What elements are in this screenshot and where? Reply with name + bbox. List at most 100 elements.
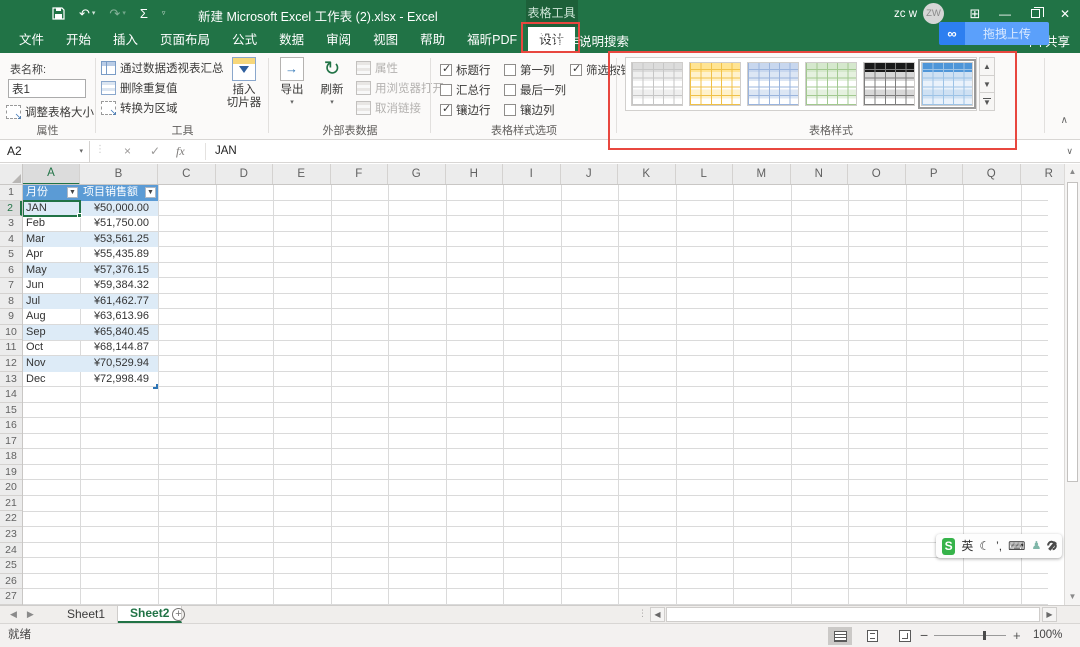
column-header-N[interactable]: N [791,164,849,185]
column-header-A[interactable]: A [23,164,80,185]
row-header-4[interactable]: 4 [0,232,22,248]
row-header-16[interactable]: 16 [0,418,22,434]
cell-amount[interactable]: ¥65,840.45 [80,325,158,341]
column-header-D[interactable]: D [216,164,274,185]
zoom-in-button[interactable]: + [1013,624,1021,647]
checkbox-banded-rows[interactable]: 镶边行 [440,102,491,118]
name-box[interactable]: A2▾ [0,141,90,162]
cell-month[interactable]: Jun [23,278,80,294]
cell-amount[interactable]: ¥59,384.32 [80,278,158,294]
cell-month[interactable]: Jul [23,294,80,310]
table-header-cell[interactable]: 月份▼ [23,185,80,201]
checkbox-first-column[interactable]: 第一列 [504,62,555,78]
cell-amount[interactable]: ¥70,529.94 [80,356,158,372]
tell-me-search[interactable]: 操作说明搜索 [535,27,629,53]
vertical-scrollbar[interactable]: ▲ ▼ [1064,164,1080,605]
row-header-5[interactable]: 5 [0,247,22,263]
cell-amount[interactable]: ¥61,462.77 [80,294,158,310]
checkbox-filter-button[interactable]: 筛选按钮 [570,62,632,78]
customize-qat-button[interactable]: ▿ [162,10,166,17]
column-header-R[interactable]: R [1021,164,1065,185]
filter-dropdown-button[interactable]: ▼ [67,187,78,198]
wrench-icon[interactable] [1047,541,1056,552]
next-sheet-icon[interactable]: ▶ [27,609,34,620]
column-header-H[interactable]: H [446,164,504,185]
gallery-scroll-down-button[interactable]: ▼ [979,76,995,94]
remove-duplicates-button[interactable]: 删除重复值 [101,80,178,96]
cell-month[interactable]: JAN [23,201,80,217]
cell-month[interactable]: Mar [23,232,80,248]
column-header-M[interactable]: M [733,164,791,185]
cell-amount[interactable]: ¥51,750.00 [80,216,158,232]
row-header-2[interactable]: 2 [0,201,22,217]
insert-slicer-button[interactable]: 插入 切片器 [222,57,266,119]
column-header-K[interactable]: K [618,164,676,185]
table-style-light-green[interactable] [805,62,857,106]
user-name[interactable]: zc w [894,8,917,20]
row-header-14[interactable]: 14 [0,387,22,403]
collapse-ribbon-button[interactable]: ∧ [1061,115,1068,126]
formula-bar-grip[interactable]: ⋮ [95,144,104,155]
expand-formula-bar-icon[interactable]: ∨ [1066,141,1073,162]
cell-amount[interactable]: ¥57,376.15 [80,263,158,279]
tab-data[interactable]: 数据 [268,27,315,53]
resize-table-button[interactable]: 调整表格大小 [6,104,94,120]
cancel-entry-button[interactable]: × [124,141,131,162]
insert-function-button[interactable]: fx [176,141,185,162]
cell-month[interactable]: Feb [23,216,80,232]
column-header-J[interactable]: J [561,164,619,185]
column-header-C[interactable]: C [158,164,216,185]
tab-foxit-pdf[interactable]: 福昕PDF [456,27,528,53]
page-break-view-button[interactable] [893,627,917,645]
tab-help[interactable]: 帮助 [409,27,456,53]
table-style-medium-blue[interactable] [921,62,973,106]
column-header-B[interactable]: B [80,164,158,185]
table-name-input[interactable] [8,79,86,98]
sogou-logo-icon[interactable]: S [942,538,955,555]
row-header-18[interactable]: 18 [0,449,22,465]
horizontal-scrollbar[interactable] [666,607,1040,622]
row-header-1[interactable]: 1 [0,185,22,201]
table-style-light-blue[interactable] [747,62,799,106]
export-button[interactable]: 导出 ▾ [274,57,310,119]
page-layout-view-button[interactable] [860,627,884,645]
formula-value[interactable]: JAN [215,141,237,162]
ime-person-icon[interactable]: ♟ [1031,541,1041,552]
keyboard-icon[interactable]: ⌨ [1008,540,1025,552]
confirm-entry-button[interactable]: ✓ [150,141,160,162]
row-header-26[interactable]: 26 [0,574,22,590]
checkbox-last-column[interactable]: 最后一列 [504,82,566,98]
row-header-17[interactable]: 17 [0,434,22,450]
undo-button[interactable]: ↶▾ [79,7,95,20]
zoom-level[interactable]: 100% [1033,624,1062,647]
close-button[interactable]: ✕ [1050,0,1080,27]
prev-sheet-icon[interactable]: ◀ [10,609,17,620]
moon-icon[interactable]: ☾ [979,540,990,552]
row-header-21[interactable]: 21 [0,496,22,512]
row-header-19[interactable]: 19 [0,465,22,481]
tab-file[interactable]: 文件 [8,27,55,53]
checkbox-header-row[interactable]: 标题行 [440,62,491,78]
row-header-23[interactable]: 23 [0,527,22,543]
scroll-down-icon[interactable]: ▼ [1065,589,1080,605]
tab-review[interactable]: 审阅 [315,27,362,53]
cell-amount[interactable]: ¥55,435.89 [80,247,158,263]
column-header-O[interactable]: O [848,164,906,185]
avatar[interactable]: ZW [923,3,944,24]
vertical-scroll-thumb[interactable] [1067,182,1078,482]
row-header-12[interactable]: 12 [0,356,22,372]
undo-dropdown-icon[interactable]: ▾ [92,10,96,17]
column-header-P[interactable]: P [906,164,964,185]
tab-insert[interactable]: 插入 [102,27,149,53]
checkbox-total-row[interactable]: 汇总行 [440,82,491,98]
row-header-13[interactable]: 13 [0,372,22,388]
cell-amount[interactable]: ¥53,561.25 [80,232,158,248]
drag-upload-button[interactable]: ∞ 拖拽上传 [939,22,1049,45]
table-header-cell[interactable]: 项目销售额▼ [80,185,158,201]
cell-amount[interactable]: ¥50,000.00 [80,201,158,217]
name-box-dropdown-icon[interactable]: ▾ [79,141,83,162]
checkbox-banded-columns[interactable]: 镶边列 [504,102,555,118]
refresh-button[interactable]: ↻ 刷新 ▾ [314,57,350,119]
cell-month[interactable]: Nov [23,356,80,372]
row-header-9[interactable]: 9 [0,309,22,325]
